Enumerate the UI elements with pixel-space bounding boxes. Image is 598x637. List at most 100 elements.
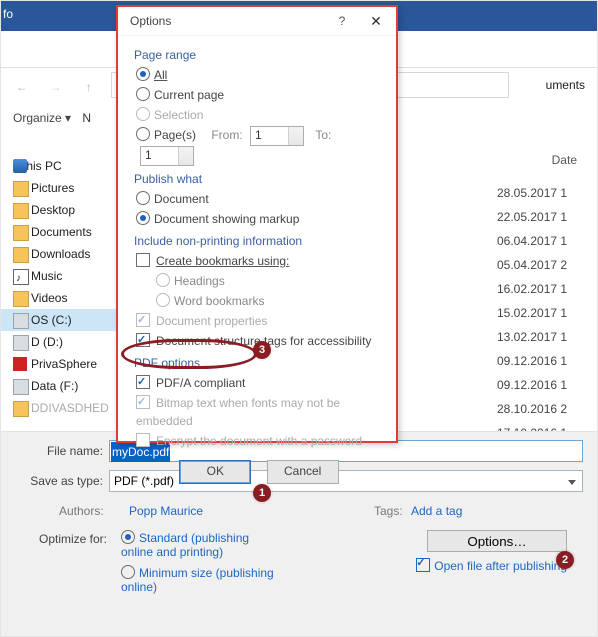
radio-icon — [136, 87, 150, 101]
tags-value[interactable]: Add a tag — [411, 504, 462, 518]
file-date: 22.05.2017 1 — [497, 205, 587, 229]
create-bookmarks-label: Create bookmarks using: — [156, 254, 289, 268]
optimize-standard-radio[interactable]: Standard (publishing online and printing… — [121, 530, 281, 559]
file-date: 16.02.2017 1 — [497, 277, 587, 301]
from-label: From: — [211, 128, 242, 142]
organize-button[interactable]: Organize ▾ — [13, 111, 71, 125]
optimize-min-radio[interactable]: Minimum size (publishing online) — [121, 565, 281, 594]
bm-headings-radio: Headings — [134, 272, 384, 290]
radio-icon — [156, 293, 170, 307]
doc-props-label: Document properties — [156, 314, 267, 328]
help-icon[interactable]: ? — [330, 7, 354, 35]
radio-icon — [121, 565, 135, 579]
range-pages-radio[interactable]: Page(s) From: 1 To: 1 — [134, 126, 384, 166]
group-page-range: Page range — [134, 48, 384, 62]
file-date: 09.12.2016 1 — [497, 349, 587, 373]
cancel-button[interactable]: Cancel — [267, 460, 339, 484]
sidebar-label: Pictures — [31, 181, 74, 195]
checkbox-icon — [136, 395, 150, 409]
bitmap-label: Bitmap text when fonts may not be embedd… — [136, 396, 340, 428]
radio-icon — [136, 191, 150, 205]
encrypt-label: Encrypt the document with a password — [156, 434, 362, 448]
sidebar-label: Music — [31, 269, 62, 283]
dialog-title: Options — [130, 14, 171, 28]
folder-icon — [13, 247, 29, 263]
checkbox-icon — [136, 375, 150, 389]
file-date: 05.04.2017 2 — [497, 253, 587, 277]
sidebar-label: Desktop — [31, 203, 75, 217]
sidebar-label: Videos — [31, 291, 67, 305]
sidebar-label: Documents — [31, 225, 92, 239]
publish-document-radio[interactable]: Document — [134, 190, 384, 208]
sidebar-label: DDIVASDHED — [31, 401, 109, 415]
bm-headings-label: Headings — [174, 274, 225, 288]
open-after-publish[interactable]: Open file after publishing — [416, 558, 567, 573]
file-date: 28.10.2016 2 — [497, 397, 587, 421]
bitmap-check: Bitmap text when fonts may not be embedd… — [134, 394, 384, 430]
disk-icon — [13, 335, 29, 351]
nav-back-icon[interactable]: ← — [7, 72, 37, 102]
filename-label: File name: — [11, 444, 103, 458]
publish-markup-label: Document showing markup — [154, 212, 299, 226]
range-selection-label: Selection — [154, 108, 203, 122]
range-pages-label: Page(s) — [154, 126, 200, 144]
radio-icon — [156, 273, 170, 287]
optimize-standard-label: Standard (publishing online and printing… — [121, 531, 249, 559]
ok-button[interactable]: OK — [179, 460, 251, 484]
radio-icon — [136, 211, 150, 225]
create-bookmarks-check[interactable]: Create bookmarks using: — [134, 252, 384, 270]
organize-new[interactable]: N — [82, 111, 91, 125]
radio-icon — [136, 67, 150, 81]
nav-fwd-icon[interactable]: → — [40, 72, 70, 102]
options-button[interactable]: Options… — [427, 530, 567, 552]
file-date: 13.02.2017 1 — [497, 325, 587, 349]
annotation-3: 3 — [253, 341, 271, 359]
sidebar-label: PrivaSphere — [31, 357, 97, 371]
to-value: 1 — [145, 148, 152, 162]
pdfa-check[interactable]: PDF/A compliant — [134, 374, 384, 392]
group-include: Include non-printing information — [134, 234, 384, 248]
checkbox-icon — [136, 333, 150, 347]
radio-icon — [121, 530, 135, 544]
close-icon[interactable]: ✕ — [364, 7, 388, 35]
file-date: 09.12.2016 1 — [497, 373, 587, 397]
range-current-label: Current page — [154, 88, 224, 102]
authors-label: Authors: — [59, 504, 104, 518]
folder-icon — [13, 203, 29, 219]
range-selection-radio: Selection — [134, 106, 384, 124]
encrypt-check: Encrypt the document with a password — [134, 432, 384, 450]
music-icon — [13, 269, 29, 285]
to-spinner[interactable]: 1 — [140, 146, 194, 166]
folder-icon — [13, 291, 29, 307]
checkbox-icon — [136, 253, 150, 267]
optimize-label: Optimize for: — [39, 532, 107, 546]
address-tail: uments — [546, 73, 585, 97]
authors-value[interactable]: Popp Maurice — [129, 504, 203, 518]
range-all-radio[interactable]: All — [134, 66, 384, 84]
publish-document-label: Document — [154, 192, 209, 206]
radio-icon — [136, 127, 150, 141]
pdfa-label: PDF/A compliant — [156, 376, 245, 390]
checkbox-icon — [136, 313, 150, 327]
publish-markup-radio[interactable]: Document showing markup — [134, 210, 384, 228]
bm-word-label: Word bookmarks — [174, 294, 264, 308]
disk-icon — [13, 313, 29, 329]
sidebar-label: Downloads — [31, 247, 90, 261]
range-all-label: All — [154, 68, 167, 82]
priv-icon — [13, 357, 27, 371]
nav-up-icon[interactable]: ↑ — [74, 72, 104, 102]
checkbox-icon — [136, 433, 150, 447]
group-publish-what: Publish what — [134, 172, 384, 186]
file-date: 28.05.2017 1 — [497, 181, 587, 205]
type-label: Save as type: — [11, 474, 103, 488]
file-date: 06.04.2017 1 — [497, 229, 587, 253]
to-label: To: — [315, 128, 331, 142]
radio-icon — [136, 107, 150, 121]
from-value: 1 — [255, 128, 262, 142]
options-dialog: Options ? ✕ Page range All Current page … — [116, 5, 398, 443]
file-date: 15.02.2017 1 — [497, 301, 587, 325]
from-spinner[interactable]: 1 — [250, 126, 304, 146]
doc-props-check: Document properties — [134, 312, 384, 330]
col-date-header[interactable]: Date — [552, 153, 577, 167]
range-current-radio[interactable]: Current page — [134, 86, 384, 104]
